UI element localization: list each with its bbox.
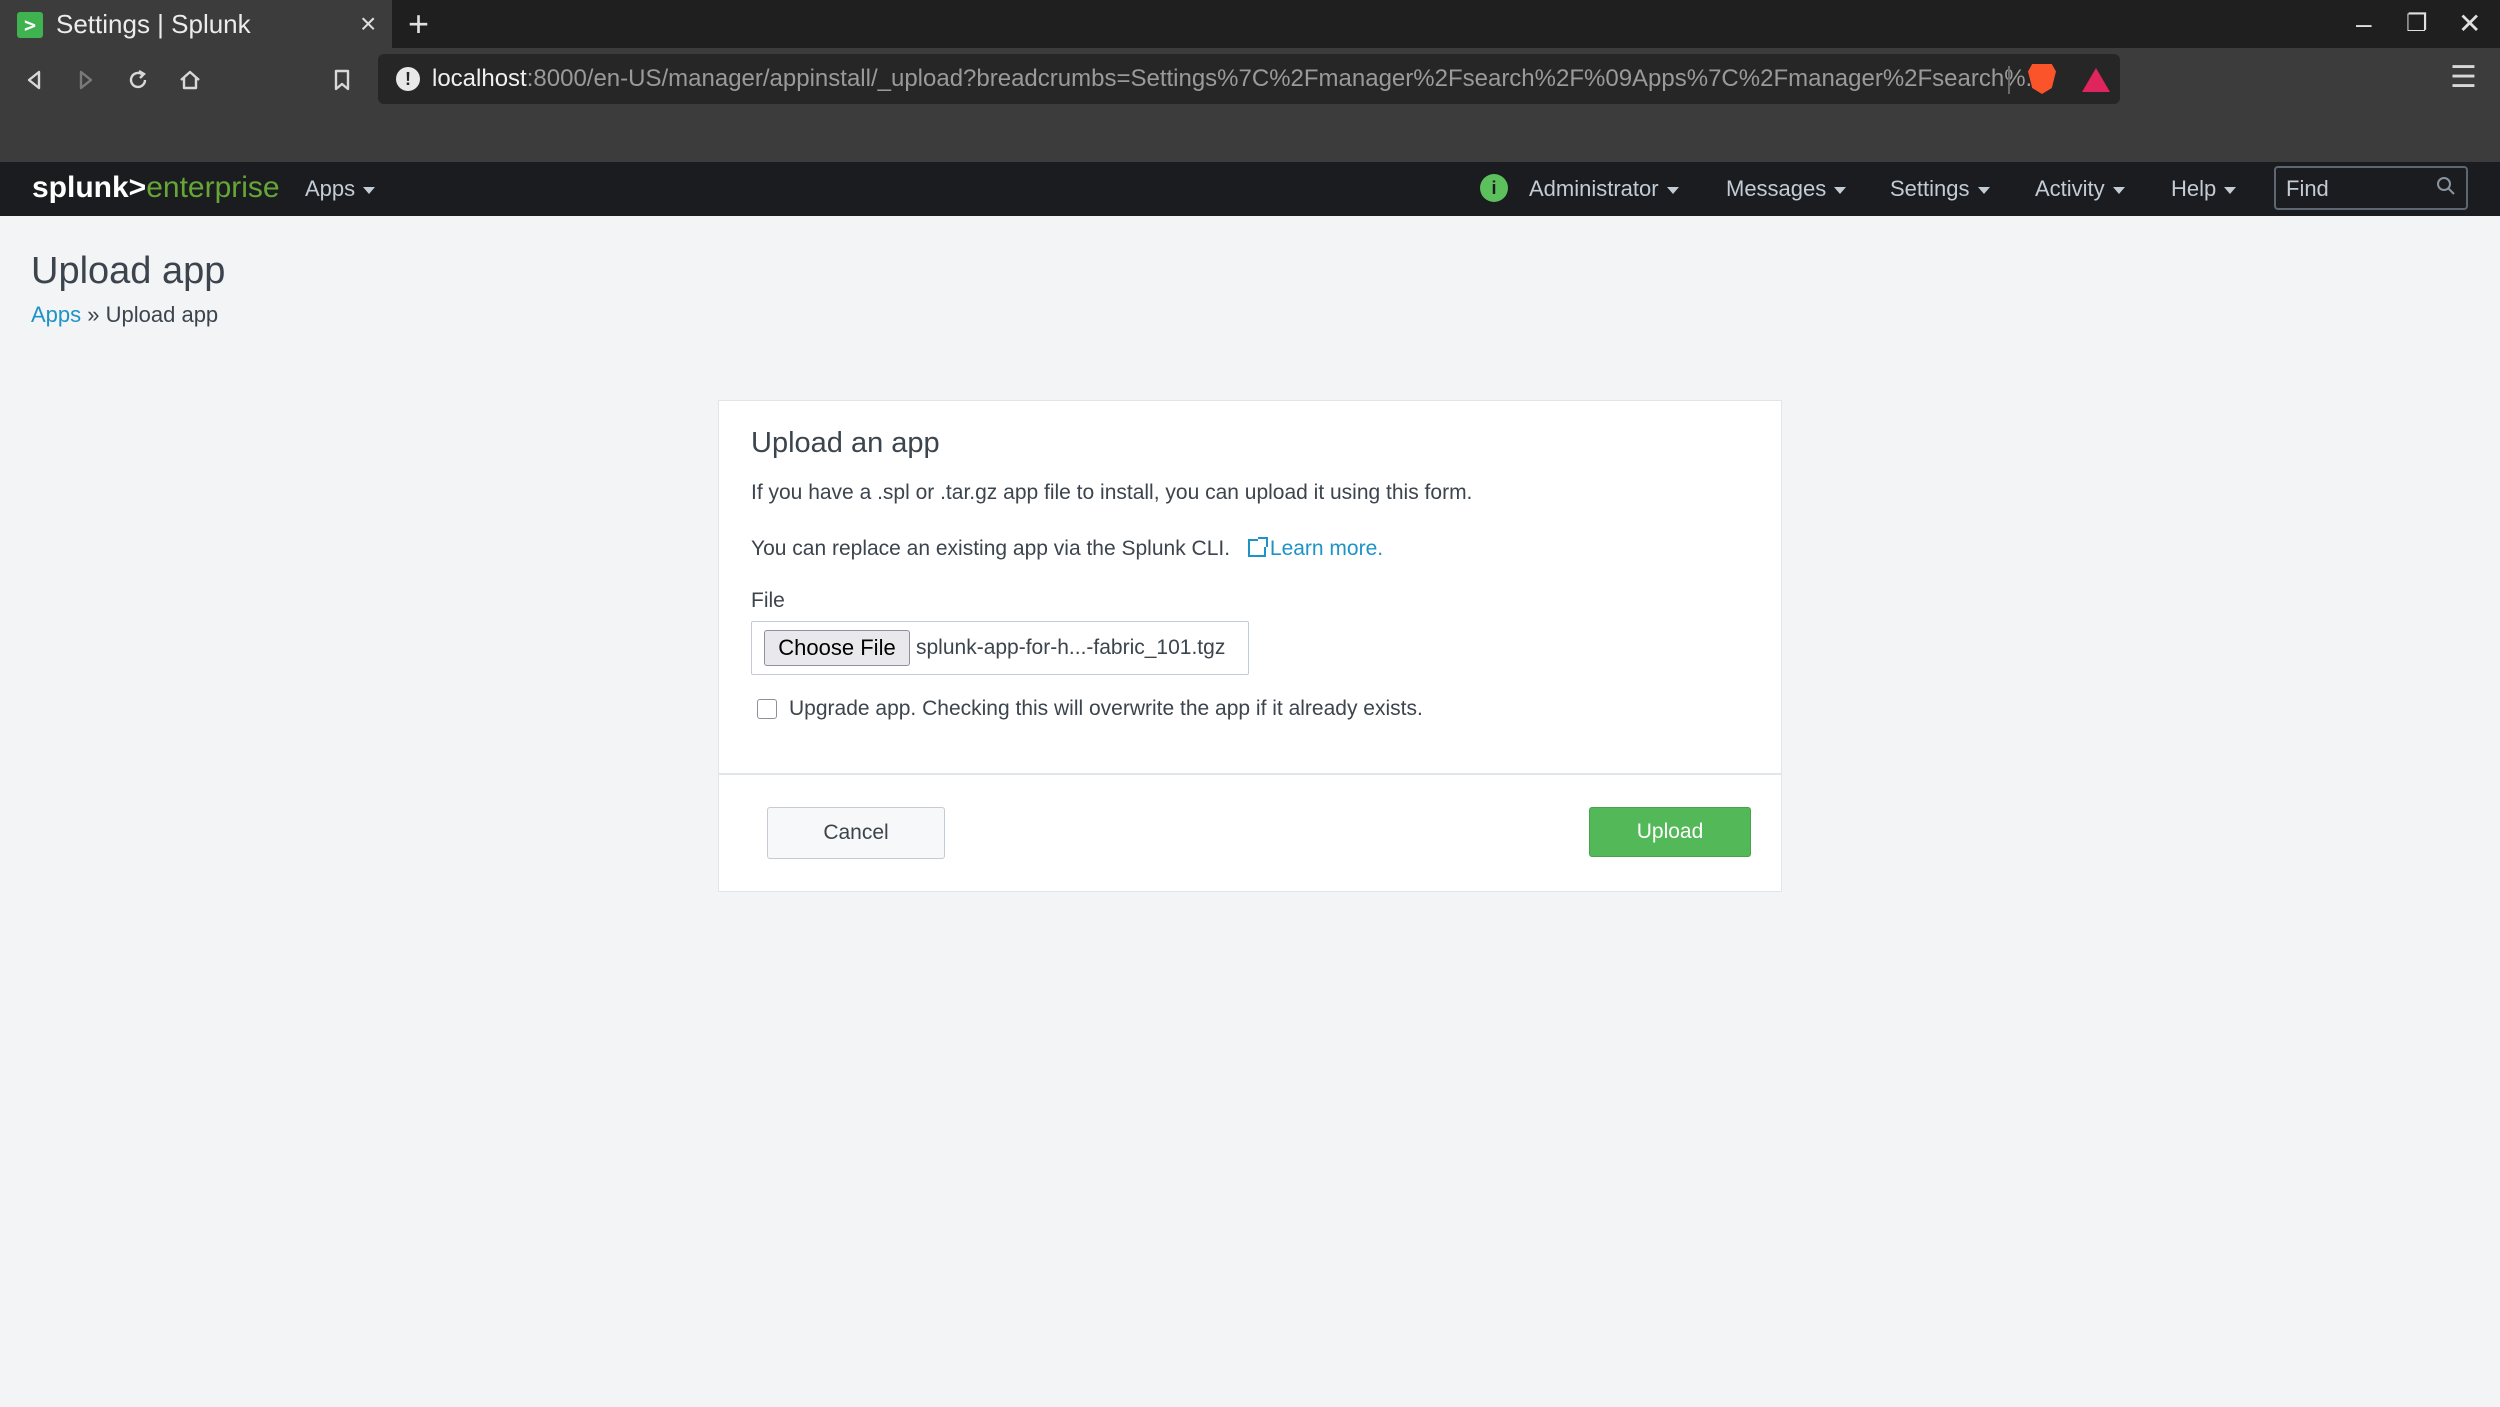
upgrade-app-checkbox[interactable] — [757, 699, 777, 719]
url-text[interactable]: localhost:8000/en-US/manager/appinstall/… — [432, 64, 2046, 94]
splunk-logo[interactable]: splunk>enterprise — [32, 170, 280, 206]
nav-administrator-menu[interactable]: Administrator — [1529, 175, 1679, 203]
search-icon[interactable] — [2436, 176, 2456, 196]
address-bar[interactable]: ! localhost:8000/en-US/manager/appinstal… — [378, 54, 2120, 104]
replace-text: You can replace an existing app via the … — [751, 537, 1384, 560]
file-input[interactable]: Choose File splunk-app-for-h...-fabric_1… — [751, 621, 1249, 675]
upload-app-panel: Upload an app If you have a .spl or .tar… — [718, 400, 1782, 892]
page-title: Upload app — [31, 250, 226, 292]
tab-close-icon[interactable]: × — [360, 8, 376, 40]
external-link-icon — [1247, 537, 1268, 557]
learn-more-link[interactable]: Learn more. — [1247, 537, 1383, 560]
breadcrumb-separator: » — [81, 302, 106, 327]
tab-title: Settings | Splunk — [56, 9, 251, 39]
minimize-icon[interactable]: – — [2356, 6, 2372, 42]
browser-tab[interactable]: > Settings | Splunk × — [0, 0, 392, 48]
bookmark-icon[interactable] — [322, 60, 362, 100]
nav-help-menu[interactable]: Help — [2171, 175, 2237, 203]
new-tab-icon[interactable]: + — [408, 4, 429, 44]
caret-down-icon — [1977, 186, 1990, 194]
browser-tab-bar: > Settings | Splunk × + – ❐ ✕ — [0, 0, 2500, 48]
site-info-icon[interactable]: ! — [396, 67, 420, 91]
caret-down-icon — [1834, 186, 1847, 194]
breadcrumb-current: Upload app — [105, 302, 219, 327]
home-icon[interactable] — [170, 60, 210, 100]
caret-down-icon — [363, 186, 376, 194]
file-label: File — [751, 589, 785, 612]
caret-down-icon — [1666, 186, 1679, 194]
panel-divider — [719, 773, 1781, 775]
nav-settings-menu[interactable]: Settings — [1890, 175, 1990, 203]
nav-apps-menu[interactable]: Apps — [305, 175, 376, 203]
find-input[interactable] — [2286, 176, 2426, 202]
panel-title: Upload an app — [751, 427, 940, 459]
nav-messages-menu[interactable]: Messages — [1726, 175, 1847, 203]
upgrade-app-label[interactable]: Upgrade app. Checking this will overwrit… — [789, 695, 1423, 723]
breadcrumb-apps-link[interactable]: Apps — [31, 302, 81, 327]
upload-button[interactable]: Upload — [1589, 807, 1751, 857]
cancel-button[interactable]: Cancel — [767, 807, 945, 859]
selected-file-name: splunk-app-for-h...-fabric_101.tgz — [916, 636, 1226, 659]
forward-icon[interactable] — [66, 60, 106, 100]
menu-icon[interactable]: ☰ — [2450, 60, 2477, 95]
intro-text: If you have a .spl or .tar.gz app file t… — [751, 481, 1473, 504]
window-close-icon[interactable]: ✕ — [2458, 6, 2481, 42]
caret-down-icon — [2112, 186, 2125, 194]
find-search-box[interactable] — [2274, 166, 2468, 210]
health-status-icon[interactable]: i — [1480, 174, 1508, 202]
choose-file-button[interactable]: Choose File — [764, 630, 910, 666]
reload-icon[interactable] — [118, 60, 158, 100]
splunk-favicon-icon: > — [17, 12, 43, 38]
browser-toolbar: ! localhost:8000/en-US/manager/appinstal… — [0, 48, 2500, 162]
restore-icon[interactable]: ❐ — [2406, 6, 2428, 42]
caret-down-icon — [2224, 186, 2237, 194]
splunk-header: splunk>enterprise Apps i Administrator M… — [0, 162, 2500, 216]
url-separator — [2008, 66, 2010, 94]
breadcrumb: Apps » Upload app — [31, 300, 218, 330]
brave-rewards-icon[interactable] — [2082, 68, 2110, 92]
nav-activity-menu[interactable]: Activity — [2035, 175, 2125, 203]
back-icon[interactable] — [14, 60, 54, 100]
